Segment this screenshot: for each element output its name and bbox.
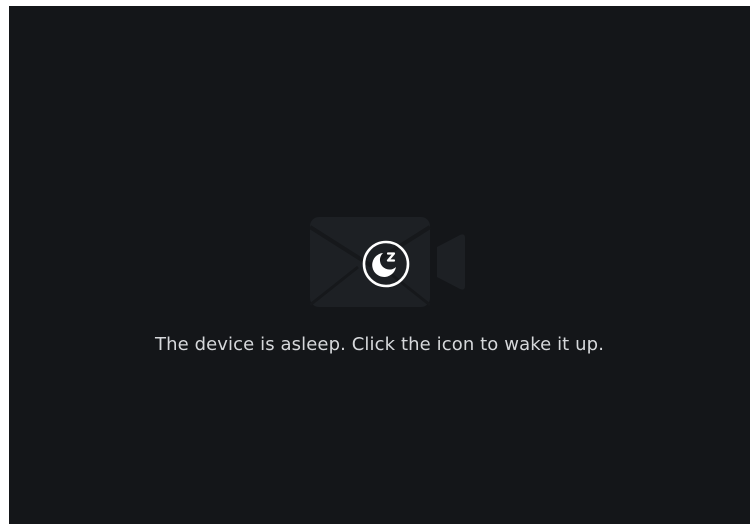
video-viewer: The device is asleep. Click the icon to …: [9, 6, 750, 524]
sleep-moon-icon[interactable]: [362, 240, 410, 288]
sleep-message: The device is asleep. Click the icon to …: [154, 334, 605, 355]
